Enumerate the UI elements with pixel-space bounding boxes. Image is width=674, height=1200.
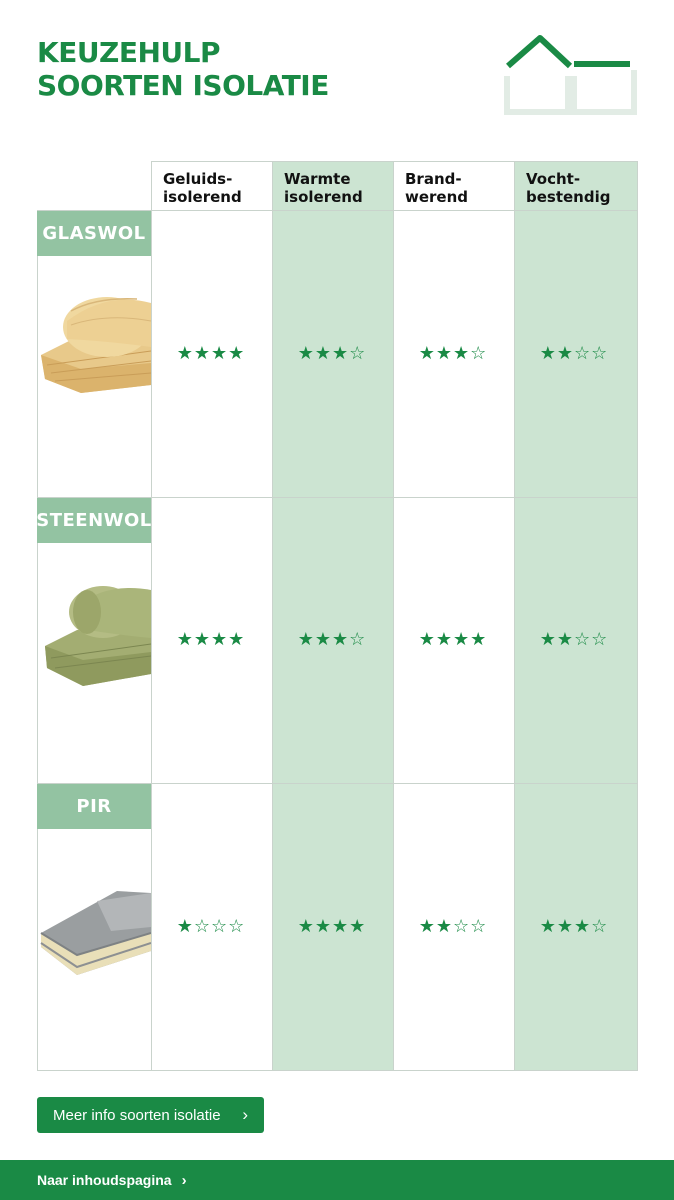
rating-stars: ★★★☆ <box>297 343 367 364</box>
rating-stars: ★★★☆ <box>297 629 367 650</box>
column-header-line: Vocht- <box>526 170 581 188</box>
column-header-line: werend <box>405 188 469 206</box>
more-info-button[interactable]: Meer info soorten isolatie › <box>37 1097 264 1133</box>
more-info-button-label: Meer info soorten isolatie <box>53 1106 221 1124</box>
column-header-line: isolerend <box>163 188 242 206</box>
column-header-vochtbestendig: Vocht- bestendig <box>514 161 610 210</box>
grid-line <box>637 161 638 1071</box>
title-line-2: SOORTEN ISOLATIE <box>37 69 329 102</box>
column-header-warmte-isolerend: Warmte isolerend <box>272 161 363 210</box>
row-label-steenwol: STEENWOL <box>36 498 151 543</box>
house-outline-icon <box>504 35 637 115</box>
column-header-brandwerend: Brand- werend <box>393 161 468 210</box>
title-line-1: KEUZEHULP <box>37 36 221 69</box>
rating-stars: ★★★★ <box>418 629 488 650</box>
row-label-pir: PIR <box>37 784 151 829</box>
rating-stars: ★★☆☆ <box>539 629 609 650</box>
row-label-glaswol: GLASWOL <box>37 211 151 256</box>
rating-stars: ★★★★ <box>297 916 367 937</box>
column-header-line: Brand- <box>405 170 462 188</box>
steenwol-roll-image <box>45 586 151 686</box>
rating-stars: ★★★★ <box>176 629 246 650</box>
column-header-line: bestendig <box>526 188 611 206</box>
rating-stars: ★★★☆ <box>418 343 488 364</box>
glaswol-roll-image <box>41 297 151 393</box>
comparison-table: Geluids- isolerend Warmte isolerend Bran… <box>36 161 638 1071</box>
rating-stars: ★★☆☆ <box>418 916 488 937</box>
column-header-line: isolerend <box>284 188 363 206</box>
column-header-line: Warmte <box>284 170 351 188</box>
page-title: KEUZEHULP SOORTEN ISOLATIE <box>37 36 329 102</box>
grid-line <box>37 1070 638 1071</box>
chevron-right-icon: › <box>181 1171 187 1189</box>
rating-stars: ★☆☆☆ <box>176 916 246 937</box>
rating-stars: ★★★☆ <box>539 916 609 937</box>
column-header-line: Geluids- <box>163 170 233 188</box>
column-header-geluidsisolerend: Geluids- isolerend <box>151 161 242 210</box>
chevron-right-icon: › <box>242 1105 248 1124</box>
rating-stars: ★★★★ <box>176 343 246 364</box>
footer-link-contents[interactable]: Naar inhoudspagina › <box>0 1160 674 1200</box>
footer-link-label: Naar inhoudspagina <box>37 1172 172 1188</box>
pir-board-image <box>40 891 151 975</box>
rating-stars: ★★☆☆ <box>539 343 609 364</box>
